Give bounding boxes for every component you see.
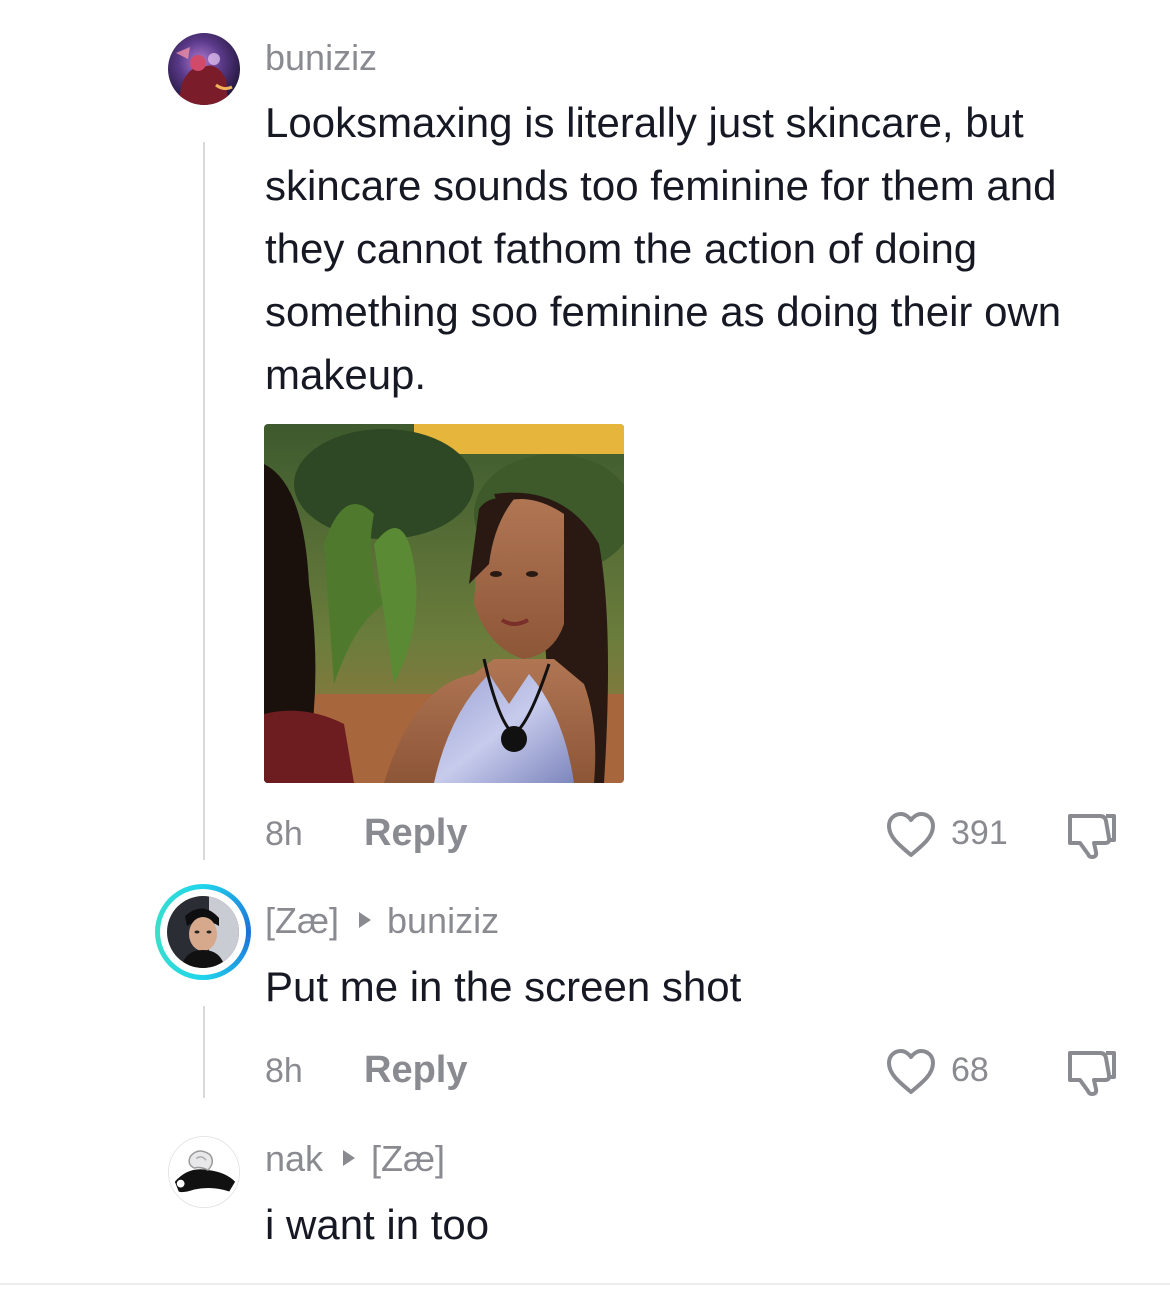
- reply-to-username[interactable]: [Zæ]: [371, 1138, 445, 1179]
- comment-username[interactable]: nak: [265, 1138, 323, 1179]
- divider: [0, 1283, 1170, 1285]
- comment-username[interactable]: buniziz: [265, 37, 377, 79]
- heart-outline-icon[interactable]: [885, 811, 937, 859]
- reply-to-arrow-icon: [359, 912, 372, 929]
- comments-page: buniziz Looksmaxing is literally just sk…: [0, 0, 1170, 1304]
- heart-outline-icon[interactable]: [885, 1048, 937, 1096]
- reply-to-username[interactable]: buniziz: [387, 900, 499, 941]
- like-count: 68: [951, 1051, 989, 1089]
- reply-button[interactable]: Reply: [364, 1049, 467, 1092]
- thread-line: [203, 1006, 205, 1098]
- avatar-image: [169, 1137, 239, 1207]
- comment-text: Put me in the screen shot: [265, 963, 742, 1010]
- comment-text: Looksmaxing is literally just skincare, …: [265, 99, 1062, 398]
- like-count: 391: [951, 814, 1008, 852]
- avatar-image: [168, 33, 240, 105]
- comment-text: i want in too: [265, 1201, 490, 1248]
- reply-to-arrow-icon: [343, 1150, 356, 1167]
- avatar-nak[interactable]: [168, 1136, 240, 1208]
- comment-username-row: [Zæ] buniziz: [265, 900, 499, 942]
- thumbs-down-outline-icon[interactable]: [1064, 1047, 1120, 1097]
- comment-time: 8h: [265, 1052, 303, 1090]
- comment-username-row: nak [Zæ]: [265, 1138, 445, 1180]
- comment-username[interactable]: [Zæ]: [265, 900, 339, 941]
- avatar-image: [167, 896, 239, 968]
- gif-scene: [264, 424, 624, 783]
- thumbs-down-outline-icon[interactable]: [1064, 810, 1120, 860]
- avatar-buniziz[interactable]: [168, 33, 240, 105]
- thread-line: [203, 142, 205, 860]
- comment-gif-image[interactable]: [264, 424, 624, 783]
- avatar-zae[interactable]: [155, 884, 251, 980]
- reply-button[interactable]: Reply: [364, 812, 467, 855]
- comment-time: 8h: [265, 815, 303, 853]
